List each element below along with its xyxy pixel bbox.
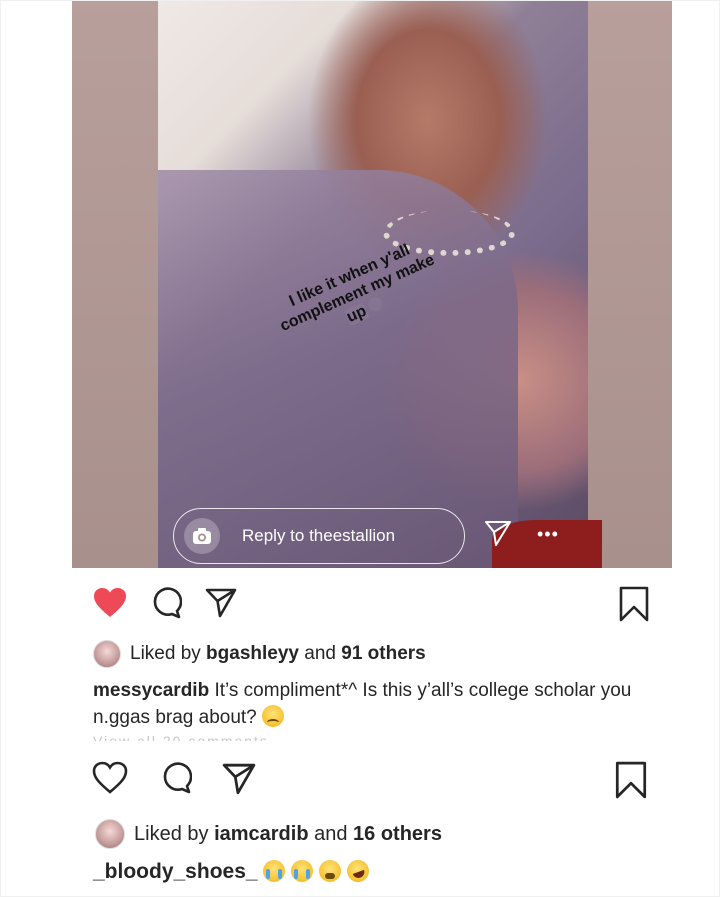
liked-user[interactable]: bgashleyy xyxy=(206,643,299,665)
heart-eyes-emoji-icon xyxy=(366,295,385,314)
post2-comment: _bloody_shoes_ xyxy=(93,856,373,886)
post1-action-row xyxy=(92,585,660,625)
send-icon[interactable] xyxy=(483,518,513,548)
heart-outline-icon[interactable] xyxy=(92,760,128,801)
rolling-laughing-emoji-icon xyxy=(343,856,373,886)
story-image: I like it when y'all complement my make … xyxy=(72,0,672,568)
comment-username[interactable]: _bloody_shoes_ xyxy=(93,860,258,883)
story-reply-field[interactable]: Reply to theestallion xyxy=(173,508,465,564)
post2-liked-by[interactable]: Liked by iamcardib and 16 others xyxy=(95,819,442,849)
camera-icon[interactable] xyxy=(184,518,220,554)
more-options-icon[interactable]: ••• xyxy=(537,524,559,545)
liked-others[interactable]: 16 others xyxy=(353,823,442,846)
crying-face-emoji-icon xyxy=(263,860,286,882)
grimacing-face-emoji-icon xyxy=(262,705,285,727)
post1-comment: messycardib It’s compliment*^ Is this y’… xyxy=(93,677,683,731)
view-all-comments-link[interactable]: View all 20 comments xyxy=(93,733,269,741)
avatar[interactable] xyxy=(93,640,121,668)
liked-user[interactable]: iamcardib xyxy=(214,823,308,846)
tired-face-emoji-icon xyxy=(319,860,342,882)
liked-others[interactable]: 91 others xyxy=(341,643,425,665)
share-icon[interactable] xyxy=(222,762,256,801)
comment-icon[interactable] xyxy=(150,587,183,624)
liked-prefix: Liked by xyxy=(134,822,215,845)
avatar[interactable] xyxy=(95,819,125,849)
comment-username[interactable]: messycardib xyxy=(93,680,209,701)
comment-icon[interactable] xyxy=(160,762,193,799)
liked-mid: and xyxy=(308,822,354,845)
bookmark-icon[interactable] xyxy=(614,761,648,804)
bookmark-icon[interactable] xyxy=(618,586,650,627)
story-reply-placeholder: Reply to theestallion xyxy=(242,526,396,545)
liked-mid: and xyxy=(298,643,342,664)
heart-filled-icon[interactable] xyxy=(92,585,128,626)
crying-face-emoji-icon xyxy=(291,860,314,882)
liked-prefix: Liked by xyxy=(130,643,207,664)
post1-liked-by[interactable]: Liked by bgashleyy and 91 others xyxy=(93,640,426,668)
post2-action-row xyxy=(92,760,660,800)
share-icon[interactable] xyxy=(205,587,237,624)
